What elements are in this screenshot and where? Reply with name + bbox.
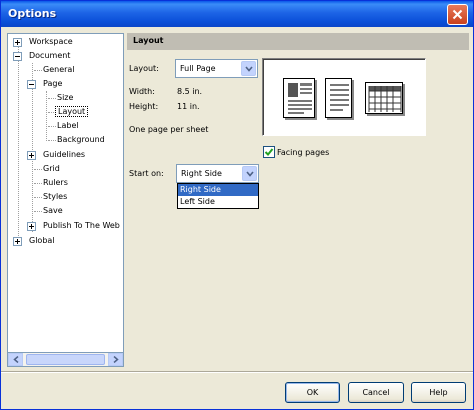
checkmark-icon xyxy=(264,148,274,156)
expand-plus-icon[interactable] xyxy=(27,222,36,231)
scroll-left-button[interactable] xyxy=(8,353,23,366)
tree-connector xyxy=(18,42,19,240)
height-value: 11 in. xyxy=(177,102,200,111)
start-on-label: Start on: xyxy=(129,169,164,178)
options-dialog: Options Workspace Document General Page … xyxy=(0,0,474,410)
start-on-dropdown-list[interactable]: Right Side Left Side xyxy=(177,183,259,209)
start-on-select[interactable]: Right Side xyxy=(176,164,259,183)
tree-item-label: Background xyxy=(57,135,105,144)
tree-item-label: Workspace xyxy=(29,37,73,46)
tree-item-guidelines[interactable]: Guidelines xyxy=(27,148,87,162)
close-button[interactable] xyxy=(447,4,468,25)
window-title: Options xyxy=(8,7,57,20)
tree-item-layout[interactable]: Layout xyxy=(55,105,89,119)
layout-label: Layout: xyxy=(129,64,159,73)
tree-item-label: Document xyxy=(29,51,71,60)
tree-item-label: Layout xyxy=(55,106,89,117)
tree-item-label: General xyxy=(43,65,75,74)
expand-plus-icon[interactable] xyxy=(27,151,36,160)
ok-button[interactable]: OK xyxy=(285,382,340,403)
expand-plus-icon[interactable] xyxy=(13,38,22,47)
tree-item-size[interactable]: Size xyxy=(55,91,75,105)
tree-item-background[interactable]: Background xyxy=(55,133,107,147)
tree-item-rulers[interactable]: Rulers xyxy=(41,176,70,190)
tree-item-label-page[interactable]: Label xyxy=(55,119,81,133)
panel-header: Layout xyxy=(127,33,469,50)
height-label: Height: xyxy=(129,102,159,111)
start-on-select-value: Right Side xyxy=(181,169,222,178)
footer-divider xyxy=(1,371,473,373)
book-layout-icon xyxy=(325,78,352,118)
tree-item-publish-to-the-web[interactable]: Publish To The Web xyxy=(27,219,122,233)
title-bar[interactable]: Options xyxy=(1,1,473,27)
dropdown-arrow-button[interactable] xyxy=(242,166,257,181)
tree-item-label: Global xyxy=(29,236,55,245)
chevron-right-icon xyxy=(113,356,119,363)
pages-per-sheet-note: One page per sheet xyxy=(129,125,209,134)
scroll-right-button[interactable] xyxy=(108,353,123,366)
scroll-thumb[interactable] xyxy=(26,354,105,365)
tree-item-label: Size xyxy=(57,93,74,102)
width-label: Width: xyxy=(129,87,155,96)
tree-item-styles[interactable]: Styles xyxy=(41,190,69,204)
full-page-layout-icon xyxy=(283,78,315,118)
tree-item-label: Publish To The Web xyxy=(43,221,120,230)
tree-item-label: Page xyxy=(43,79,63,88)
layout-select[interactable]: Full Page xyxy=(175,59,258,78)
tree-item-page[interactable]: Page xyxy=(27,77,64,91)
help-button[interactable]: Help xyxy=(411,382,466,403)
tree-item-global[interactable]: Global xyxy=(13,234,57,248)
close-icon xyxy=(452,9,463,20)
collapse-minus-icon[interactable] xyxy=(13,52,22,61)
facing-pages-checkbox[interactable] xyxy=(263,146,275,158)
layout-select-value: Full Page xyxy=(180,64,216,73)
tree-item-label: Guidelines xyxy=(43,150,86,159)
expand-plus-icon[interactable] xyxy=(13,237,22,246)
tree-item-general[interactable]: General xyxy=(41,63,77,77)
options-tree[interactable]: Workspace Document General Page Size Lay… xyxy=(7,33,124,367)
chevron-down-icon xyxy=(245,170,254,177)
layout-preview xyxy=(262,58,426,136)
tree-horizontal-scrollbar[interactable] xyxy=(7,352,124,367)
tree-item-grid[interactable]: Grid xyxy=(41,162,62,176)
dropdown-option-right-side[interactable]: Right Side xyxy=(178,184,258,196)
cancel-button[interactable]: Cancel xyxy=(348,382,404,403)
tree-item-document[interactable]: Document xyxy=(13,49,72,63)
tree-item-label: Save xyxy=(43,206,63,215)
facing-pages-label[interactable]: Facing pages xyxy=(277,148,329,157)
tree-item-label: Grid xyxy=(43,164,60,173)
tree-item-label: Rulers xyxy=(43,178,68,187)
tree-connector xyxy=(46,91,47,141)
width-value: 8.5 in. xyxy=(177,87,203,96)
dropdown-option-left-side[interactable]: Left Side xyxy=(178,196,258,208)
tree-item-save[interactable]: Save xyxy=(41,204,65,218)
dropdown-arrow-button[interactable] xyxy=(241,61,256,76)
collapse-minus-icon[interactable] xyxy=(27,80,36,89)
tree-item-workspace[interactable]: Workspace xyxy=(13,35,75,49)
chevron-down-icon xyxy=(244,65,253,72)
table-layout-icon xyxy=(365,82,403,114)
panel-title: Layout xyxy=(133,36,164,45)
chevron-left-icon xyxy=(12,356,18,363)
tree-item-label: Styles xyxy=(43,192,68,201)
tree-item-label: Label xyxy=(57,121,79,130)
